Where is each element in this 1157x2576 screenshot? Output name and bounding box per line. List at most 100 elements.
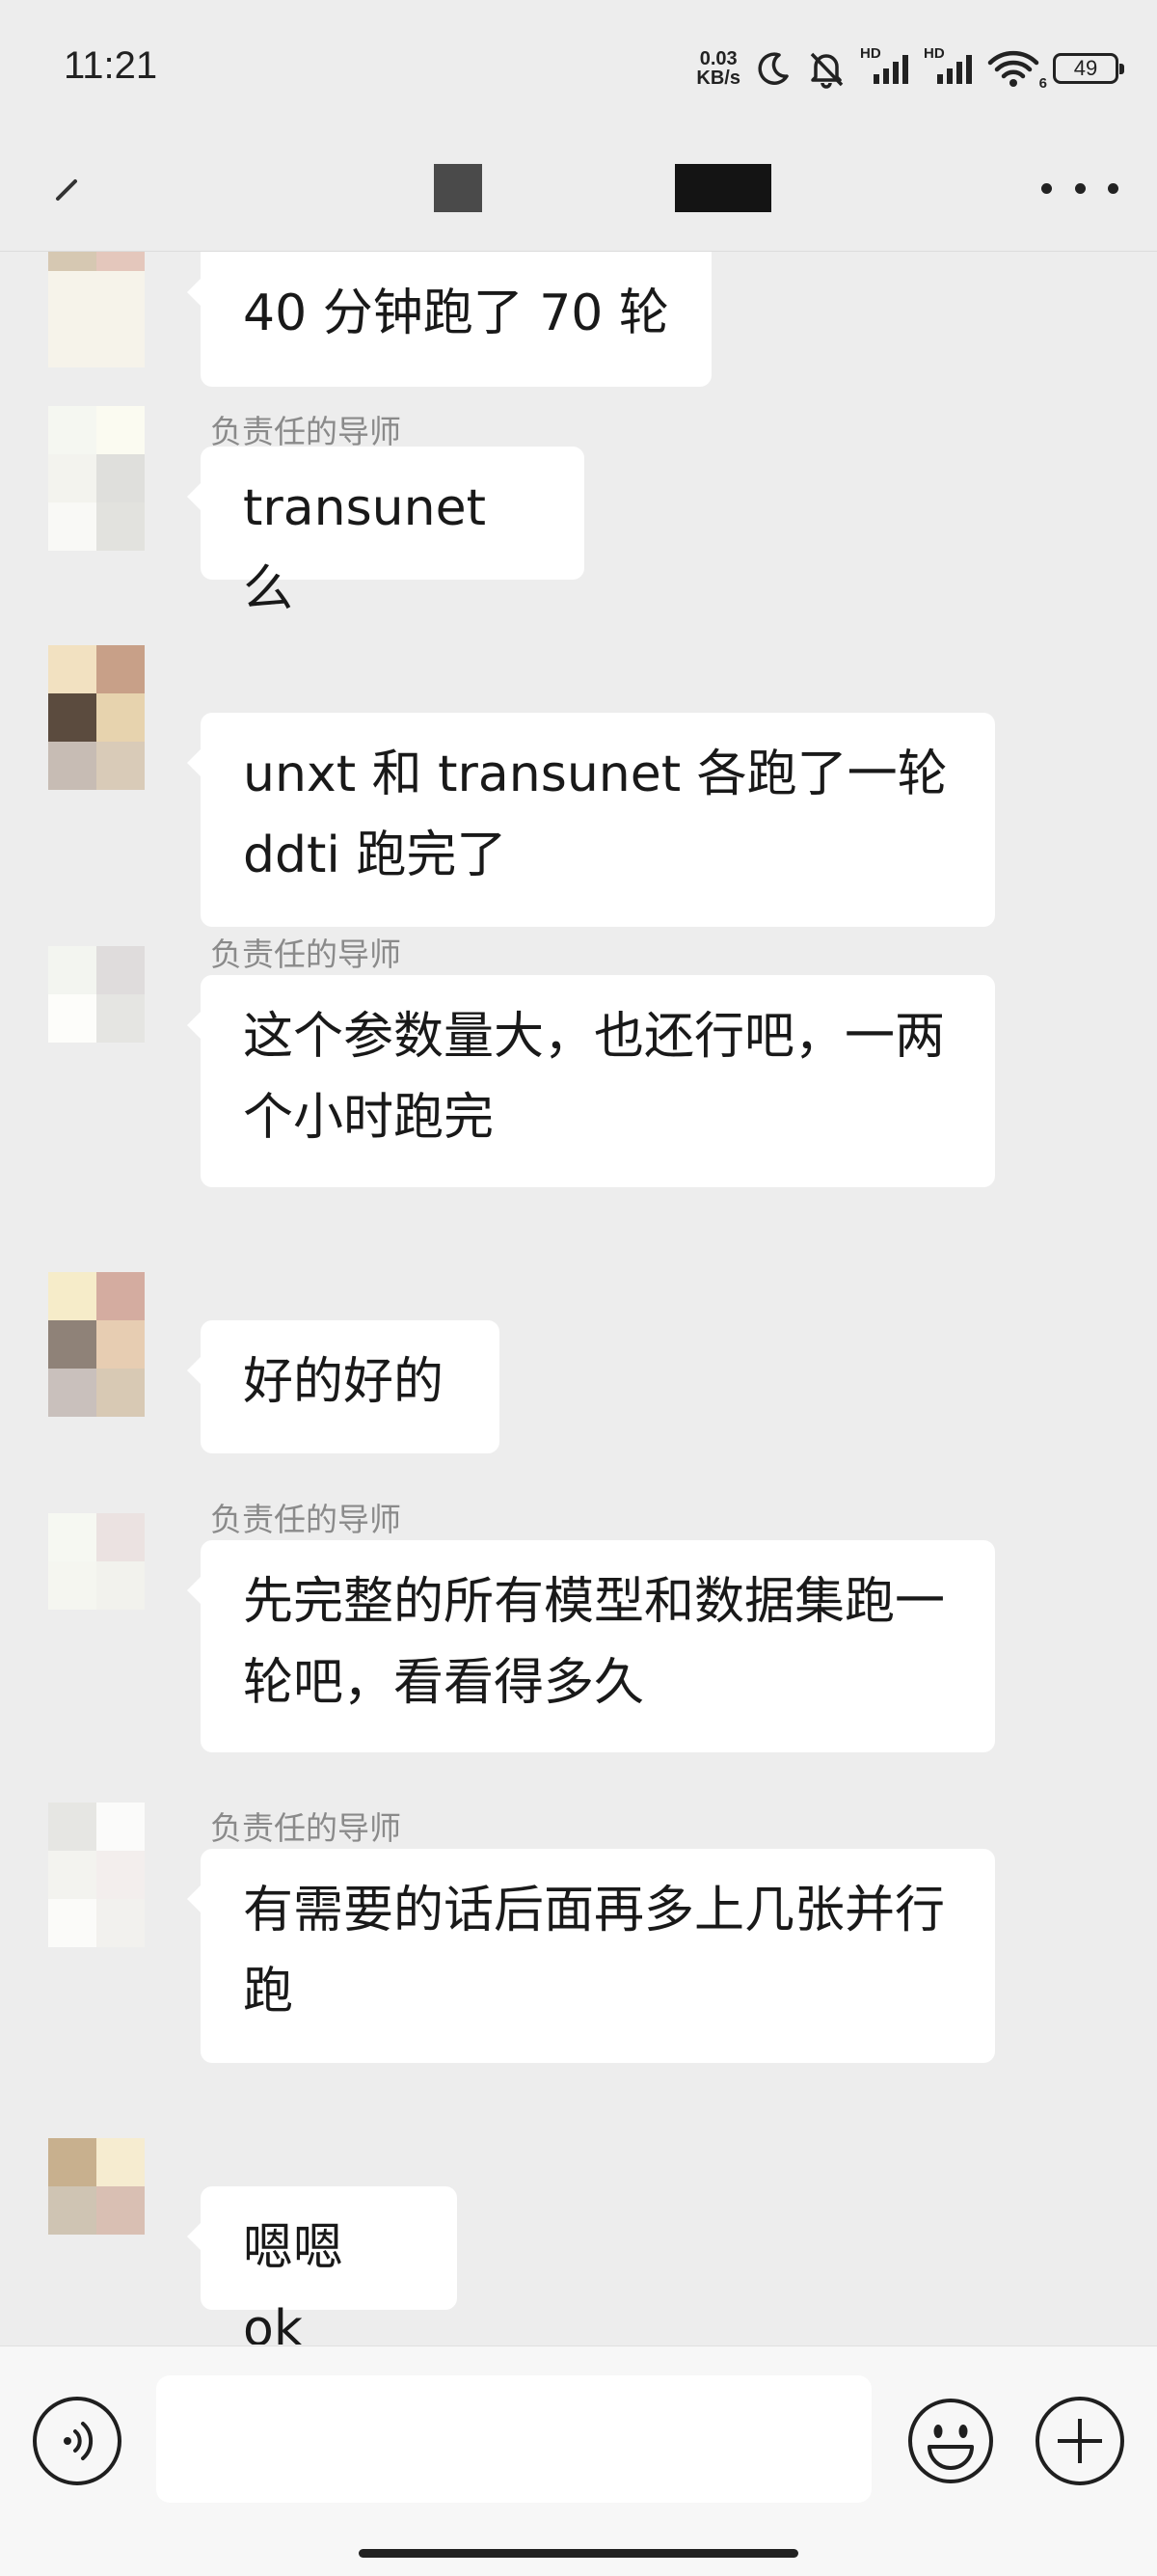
message-list[interactable]: 40 分钟跑了 70 轮 负责任的导师 transunet 么 unxt 和 t… — [0, 252, 1157, 2345]
avatar-tile — [96, 693, 145, 742]
sender-name: 负责任的导师 — [210, 1501, 401, 1538]
avatar[interactable] — [48, 946, 145, 1091]
avatar-tile — [48, 406, 96, 454]
chat-header — [0, 135, 1157, 252]
status-time: 11:21 — [64, 44, 158, 87]
avatar-tile — [48, 1851, 96, 1899]
avatar[interactable] — [48, 2138, 145, 2283]
avatar-tile — [48, 502, 96, 551]
wifi-label: 6 — [1038, 75, 1047, 92]
avatar-tile — [48, 1899, 96, 1947]
emoji-icon — [908, 2399, 993, 2483]
avatar-tile — [96, 1369, 145, 1417]
message-input[interactable] — [156, 2375, 872, 2503]
chat-title-redacted-part-1 — [434, 164, 482, 212]
avatar-tile — [48, 1803, 96, 1851]
avatar-tile — [96, 994, 145, 1043]
message-bubble[interactable]: 40 分钟跑了 70 轮 — [187, 252, 712, 387]
message-item: 嗯嗯 ok — [0, 2138, 1157, 2345]
avatar-tile — [96, 1272, 145, 1320]
avatar-tile — [48, 693, 96, 742]
back-button[interactable] — [39, 154, 96, 222]
avatar-tile — [48, 645, 96, 693]
more-button[interactable] — [1041, 164, 1118, 212]
avatar-tile — [96, 319, 145, 367]
avatar-tile — [96, 1320, 145, 1369]
more-icon — [1041, 182, 1052, 194]
avatar-tile — [96, 1899, 145, 1947]
avatar-tile — [96, 946, 145, 994]
avatar[interactable] — [48, 1513, 145, 1658]
avatar-tile — [48, 994, 96, 1043]
avatar-tile — [96, 742, 145, 790]
battery-indicator: 49 — [1053, 53, 1124, 84]
network-speed: 0.03 KB/s — [696, 49, 740, 88]
avatar-tile — [48, 1320, 96, 1369]
avatar[interactable] — [48, 645, 145, 790]
avatar[interactable] — [48, 1272, 145, 1417]
avatar-tile — [48, 1043, 96, 1091]
avatar[interactable] — [48, 252, 145, 367]
avatar-tile — [96, 1851, 145, 1899]
back-arrow-icon — [56, 179, 77, 201]
avatar-tile — [48, 1561, 96, 1610]
message-bubble[interactable]: 有需要的话后面再多上几张并行跑 — [187, 1849, 995, 2063]
avatar-tile — [48, 2235, 96, 2283]
avatar-tile — [48, 271, 96, 319]
home-indicator[interactable] — [359, 2549, 798, 2558]
avatar-tile — [96, 2186, 145, 2235]
emoji-button[interactable] — [906, 2397, 995, 2485]
avatar-tile — [96, 1803, 145, 1851]
status-bar: 11:21 0.03 KB/s HD HD 6 49 — [0, 0, 1157, 135]
avatar-tile — [96, 252, 145, 271]
avatar-tile — [96, 406, 145, 454]
moon-icon — [758, 52, 789, 85]
avatar-tile — [96, 271, 145, 319]
message-bubble[interactable]: 好的好的 — [187, 1320, 499, 1453]
avatar-tile — [96, 2138, 145, 2186]
signal-icon-sim2: HD — [924, 45, 974, 88]
avatar-tile — [48, 1610, 96, 1658]
avatar-tile — [48, 1369, 96, 1417]
message-item: 好的好的 — [0, 1272, 1157, 1523]
status-icons: 0.03 KB/s HD HD 6 49 — [696, 45, 1124, 92]
avatar-tile — [48, 319, 96, 367]
message-bubble[interactable]: unxt 和 transunet 各跑了一轮 ddti 跑完了 — [187, 713, 995, 927]
network-speed-value: 0.03 — [699, 48, 738, 69]
avatar-tile — [96, 2235, 145, 2283]
message-item: 40 分钟跑了 70 轮 — [0, 252, 1157, 387]
message-bubble[interactable]: 嗯嗯 ok — [187, 2186, 457, 2345]
avatar[interactable] — [48, 406, 145, 551]
network-speed-unit: KB/s — [696, 68, 740, 89]
avatar-tile — [96, 1513, 145, 1561]
message-item: 负责任的导师 先完整的所有模型和数据集跑一轮吧，看看得多久 — [0, 1501, 1157, 1822]
chat-title-redacted-part-2 — [675, 164, 771, 212]
message-bubble[interactable]: transunet 么 — [187, 447, 584, 618]
avatar-tile — [96, 1043, 145, 1091]
wifi-icon: 6 — [987, 49, 1047, 92]
sender-name: 负责任的导师 — [210, 935, 401, 973]
more-icon-dot — [1108, 182, 1118, 194]
avatar-tile — [48, 1272, 96, 1320]
avatar-tile — [48, 742, 96, 790]
avatar-tile — [48, 2186, 96, 2235]
message-item: 负责任的导师 transunet 么 — [0, 406, 1157, 637]
mute-bell-icon — [810, 52, 844, 89]
avatar-tile — [96, 1610, 145, 1658]
avatar-tile — [96, 1561, 145, 1610]
input-bar — [0, 2346, 1157, 2576]
avatar-tile — [96, 645, 145, 693]
avatar-tile — [96, 454, 145, 502]
message-bubble[interactable]: 先完整的所有模型和数据集跑一轮吧，看看得多久 — [187, 1540, 995, 1752]
avatar-tile — [48, 2138, 96, 2186]
sender-name: 负责任的导师 — [210, 1809, 401, 1847]
avatar-tile — [96, 502, 145, 551]
message-bubble[interactable]: 这个参数量大，也还行吧，一两个小时跑完 — [187, 975, 995, 1187]
plus-button[interactable] — [1036, 2397, 1124, 2485]
message-item: unxt 和 transunet 各跑了一轮 ddti 跑完了 — [0, 645, 1157, 954]
voice-button[interactable] — [33, 2397, 121, 2485]
sender-name: 负责任的导师 — [210, 413, 401, 450]
more-icon-dot — [1074, 182, 1086, 194]
avatar[interactable] — [48, 1803, 145, 1947]
voice-icon — [64, 2422, 94, 2460]
